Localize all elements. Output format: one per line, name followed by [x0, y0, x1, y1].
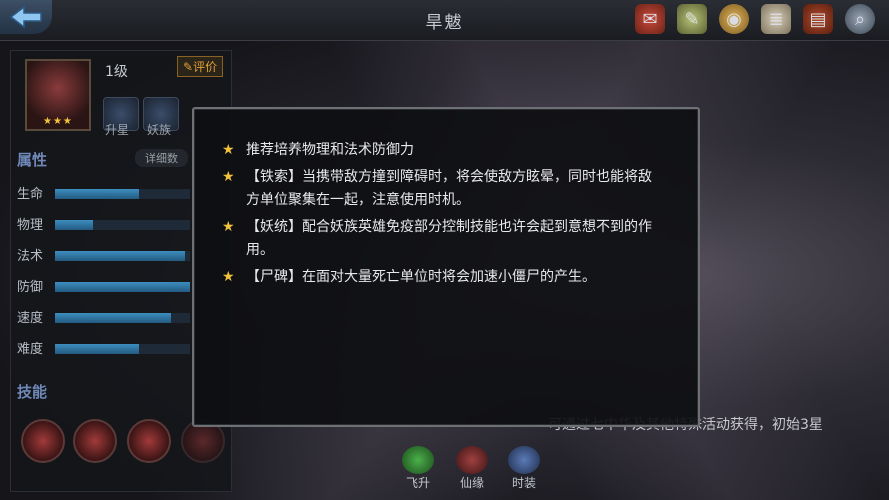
ascend-icon: [402, 446, 434, 474]
stat-row: 防御: [17, 276, 217, 296]
stat-bar: [55, 251, 190, 261]
book-icon[interactable]: ▤: [803, 4, 833, 34]
stat-bar: [55, 313, 190, 323]
skill-3-icon[interactable]: [127, 419, 171, 463]
map-scroll-icon[interactable]: ✎: [677, 4, 707, 34]
tips-popup[interactable]: ★ 推荐培养物理和法术防御力 ★ 【铁索】当携带敌方撞到障碍时，将会使敌方眩晕，同时…: [192, 107, 700, 427]
tip-item: ★ 推荐培养物理和法术防御力: [222, 139, 662, 162]
star-icon: ★: [222, 169, 235, 185]
tab-ascend-label: 飞升: [405, 476, 430, 490]
stat-row: 速度: [17, 307, 217, 327]
star-icon: ★: [222, 269, 235, 285]
tip-text: 【妖统】配合妖族英雄免疫部分控制技能也许会起到意想不到的作用。: [246, 219, 652, 258]
stat-row: 生命: [17, 183, 217, 203]
tip-text: 【尸碑】在面对大量死亡单位时将会加速小僵尸的产生。: [246, 269, 596, 285]
hero-level: 1级: [105, 64, 128, 80]
magnifier-icon[interactable]: ⌕: [845, 4, 875, 34]
top-bar: 旱魃 ✉ ✎ ◉ ≣ ▤ ⌕: [0, 0, 889, 41]
tip-text: 【铁索】当携带敌方撞到障碍时，将会使敌方眩晕，同时也能将敌方单位聚集在一起，注意…: [246, 169, 652, 208]
stat-bar: [55, 189, 190, 199]
tips-list: ★ 推荐培养物理和法术防御力 ★ 【铁索】当携带敌方撞到障碍时，将会使敌方眩晕，同时…: [222, 139, 662, 293]
stat-bar: [55, 344, 190, 354]
stat-bar-fill: [55, 220, 93, 230]
stat-label: 难度: [17, 342, 44, 357]
tab-ascend[interactable]: 飞升: [398, 446, 438, 490]
stat-label: 防御: [17, 280, 44, 295]
stat-bar-fill: [55, 282, 190, 292]
coin-icon[interactable]: ◉: [719, 4, 749, 34]
star-icon: ★: [222, 142, 235, 158]
attributes-title: 属性: [17, 151, 48, 169]
stat-bar: [55, 282, 190, 292]
tip-item: ★ 【尸碑】在面对大量死亡单位时将会加速小僵尸的产生。: [222, 266, 662, 289]
hero-avatar[interactable]: ★★★: [25, 59, 91, 131]
stat-label: 速度: [17, 311, 44, 326]
stat-bar-fill: [55, 344, 139, 354]
upgrade-star-label: 升星: [105, 123, 130, 137]
tip-item: ★ 【妖统】配合妖族英雄免疫部分控制技能也许会起到意想不到的作用。: [222, 216, 662, 262]
rate-label: 评价: [193, 60, 218, 74]
stat-label: 物理: [17, 218, 44, 233]
hero-stars: ★★★: [43, 116, 73, 127]
costume-icon: [508, 446, 540, 474]
skills-title: 技能: [17, 383, 48, 401]
stat-label: 法术: [17, 249, 44, 264]
tab-costume-label: 时装: [511, 476, 536, 490]
fate-icon: [456, 446, 488, 474]
skill-2-icon[interactable]: [73, 419, 117, 463]
tab-fate-label: 仙缘: [459, 476, 484, 490]
tab-fate[interactable]: 仙缘: [452, 446, 492, 490]
stat-row: 物理: [17, 214, 217, 234]
rate-button[interactable]: ✎评价: [177, 56, 224, 77]
stat-bar-fill: [55, 313, 172, 323]
stat-bar-fill: [55, 251, 185, 261]
star-icon: ★: [222, 219, 235, 235]
stat-bar: [55, 220, 190, 230]
skill-1-icon[interactable]: [21, 419, 65, 463]
clan-label: 妖族: [147, 123, 172, 137]
tip-text: 推荐培养物理和法术防御力: [246, 142, 414, 158]
detail-button[interactable]: 详细数: [135, 149, 188, 167]
tip-item: ★ 【铁索】当携带敌方撞到障碍时，将会使敌方眩晕，同时也能将敌方单位聚集在一起，注…: [222, 166, 662, 212]
scroll-seal-icon[interactable]: ✉: [635, 4, 665, 34]
stat-row: 法术: [17, 245, 217, 265]
document-icon[interactable]: ≣: [761, 4, 791, 34]
tab-costume[interactable]: 时装: [504, 446, 544, 490]
stat-row: 难度: [17, 338, 217, 358]
stat-label: 生命: [17, 187, 44, 202]
stat-bar-fill: [55, 189, 139, 199]
top-toolbar: ✉ ✎ ◉ ≣ ▤ ⌕: [635, 4, 875, 34]
